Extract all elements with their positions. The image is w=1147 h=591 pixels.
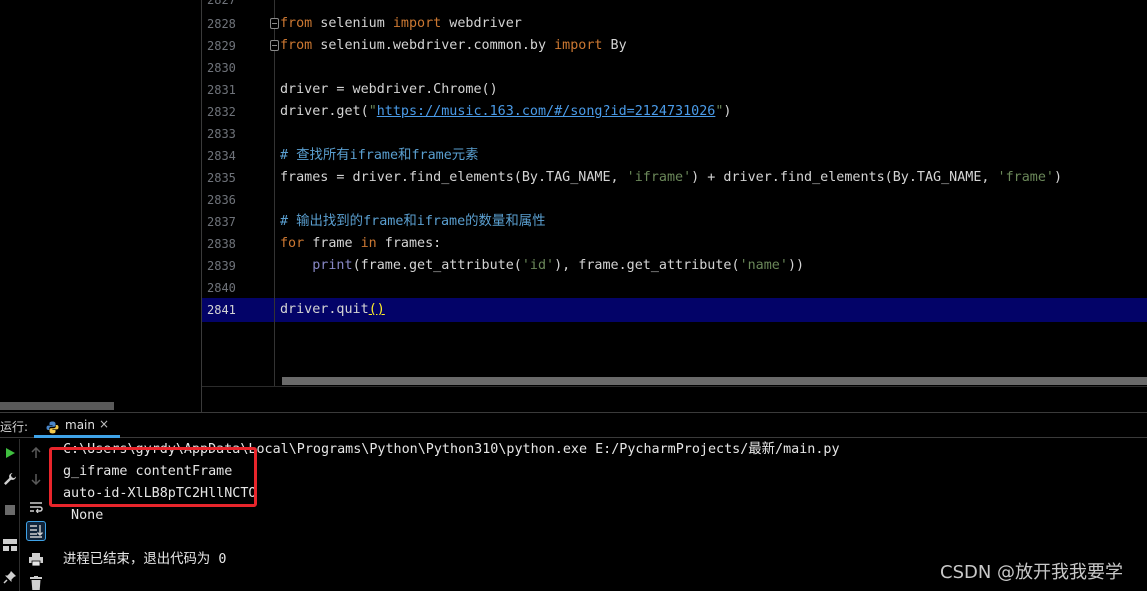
- gutter-separator: [274, 0, 275, 386]
- line-number: 2833: [207, 127, 236, 141]
- python-icon: [46, 419, 59, 434]
- code-keyword: from: [280, 38, 313, 53]
- project-pane-scrollbar[interactable]: [0, 402, 114, 410]
- console-line-exit-status: 进程已结束，退出代码为 0: [63, 552, 227, 567]
- run-tab-main[interactable]: main ×: [34, 413, 120, 438]
- code-builtin: print: [312, 258, 353, 273]
- code-text: )): [787, 258, 805, 273]
- line-number: 2831: [207, 83, 236, 97]
- code-line-2831[interactable]: driver = webdriver.Chrome(): [280, 79, 498, 101]
- wrench-icon[interactable]: [0, 469, 20, 489]
- line-number: 2834: [207, 149, 236, 163]
- code-editor[interactable]: 2827 2828 2829 2830 2831 2832 2833 2834 …: [202, 0, 1147, 412]
- code-line-2841[interactable]: driver.quit(): [280, 299, 385, 321]
- run-toolbar-primary: [0, 439, 20, 591]
- code-text: frame: [304, 236, 361, 251]
- code-paren-match: (): [368, 302, 385, 317]
- code-text: selenium: [312, 16, 393, 31]
- close-icon[interactable]: ×: [99, 417, 109, 431]
- code-line-2838[interactable]: for frame in frames:: [280, 233, 441, 255]
- code-line-2837[interactable]: # 输出找到的frame和iframe的数量和属性: [280, 211, 546, 233]
- code-string: 'iframe': [626, 170, 692, 185]
- line-number: 2839: [207, 259, 236, 273]
- console-line-output: None: [63, 508, 104, 523]
- code-text: driver = webdriver.Chrome(): [280, 82, 498, 97]
- code-text: frames = driver.find_elements(By.TAG_NAM…: [280, 170, 627, 185]
- line-number: 2828: [207, 17, 236, 31]
- code-string: 'id': [521, 258, 555, 273]
- code-text: ): [723, 104, 732, 119]
- line-number: 2830: [207, 61, 236, 75]
- line-number: 2829: [207, 39, 236, 53]
- code-string: 'frame': [997, 170, 1054, 185]
- code-text: driver.get(: [280, 104, 369, 119]
- line-number: 2837: [207, 215, 236, 229]
- trash-icon[interactable]: [26, 573, 46, 591]
- line-number: 2838: [207, 237, 236, 251]
- watermark: CSDN @放开我我要学: [940, 562, 1124, 583]
- arrow-up-icon[interactable]: [26, 443, 46, 463]
- soft-wrap-icon[interactable]: [26, 497, 46, 517]
- code-text: ), frame.get_attribute(: [554, 258, 740, 273]
- code-url-link[interactable]: https://music.163.com/#/song?id=21247310…: [377, 104, 716, 119]
- fold-marker-icon[interactable]: [270, 40, 279, 51]
- code-keyword: in: [360, 236, 377, 251]
- code-keyword: import: [392, 16, 442, 31]
- pin-icon[interactable]: [0, 567, 20, 587]
- code-text: frames:: [376, 236, 442, 251]
- code-keyword: from: [280, 16, 313, 31]
- code-text: selenium.webdriver.common.by: [312, 38, 555, 53]
- rerun-icon[interactable]: [0, 443, 20, 463]
- line-number: 2832: [207, 105, 236, 119]
- fold-marker-icon[interactable]: [270, 18, 279, 29]
- scroll-to-end-icon[interactable]: [26, 521, 46, 541]
- code-string: 'name': [739, 258, 788, 273]
- line-number-active: 2841: [207, 303, 236, 317]
- code-text: webdriver: [441, 16, 522, 31]
- code-text: ): [1053, 170, 1063, 185]
- code-keyword: for: [280, 236, 305, 251]
- stop-icon[interactable]: [0, 500, 20, 520]
- code-line-2832[interactable]: driver.get("https://music.163.com/#/song…: [280, 101, 731, 123]
- run-tab-label: main: [65, 418, 95, 432]
- run-toolbar-secondary: [22, 439, 50, 591]
- arrow-down-icon[interactable]: [26, 469, 46, 489]
- code-line-2828[interactable]: from selenium import webdriver: [280, 13, 522, 35]
- code-line-2834[interactable]: # 查找所有iframe和frame元素: [280, 145, 479, 167]
- editor-horizontal-scrollbar[interactable]: [282, 377, 1147, 385]
- code-keyword: import: [554, 38, 603, 53]
- line-number: 2840: [207, 281, 236, 295]
- editor-horizontal-scroll-track: [202, 386, 1147, 412]
- code-text: ) + driver.find_elements(By.TAG_NAME,: [691, 170, 998, 185]
- print-icon[interactable]: [26, 549, 46, 569]
- code-comment: # 查找所有iframe和frame元素: [280, 148, 479, 163]
- code-text: driver.quit: [280, 302, 369, 317]
- line-number: 2836: [207, 193, 236, 207]
- code-text: By: [602, 38, 627, 53]
- run-toolwindow-header: 运行: main ×: [0, 412, 1147, 438]
- code-line-2835[interactable]: frames = driver.find_elements(By.TAG_NAM…: [280, 167, 1062, 189]
- layout-icon[interactable]: [0, 535, 20, 555]
- annotation-highlight-box: [49, 447, 257, 507]
- code-line-2839[interactable]: print(frame.get_attribute('id'), frame.g…: [280, 255, 804, 277]
- code-comment: # 输出找到的frame和iframe的数量和属性: [280, 214, 546, 229]
- line-number: 2835: [207, 171, 236, 185]
- code-line-2829[interactable]: from selenium.webdriver.common.by import…: [280, 35, 627, 57]
- project-pane: [0, 0, 201, 412]
- run-label: 运行:: [0, 420, 29, 434]
- code-text: (frame.get_attribute(: [352, 258, 522, 273]
- line-number-gutter: 2827 2828 2829 2830 2831 2832 2833 2834 …: [202, 0, 274, 386]
- line-number: 2827: [207, 0, 236, 7]
- code-string: ": [368, 104, 377, 119]
